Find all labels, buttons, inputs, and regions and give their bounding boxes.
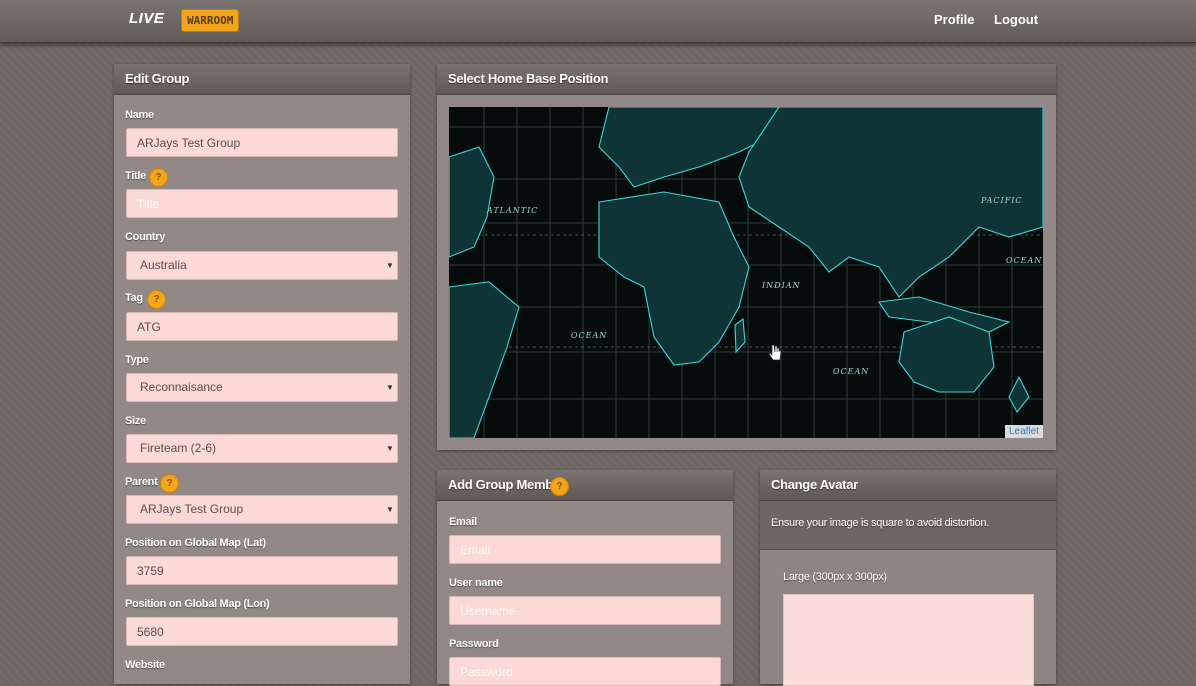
add-member-help-icon[interactable]: ? — [550, 477, 569, 496]
logout-link[interactable]: Logout — [994, 12, 1038, 27]
avatar-large-label: Large (300px x 300px) — [783, 571, 887, 583]
title-help-icon[interactable]: ? — [149, 168, 168, 187]
map-label-indian: INDIAN — [761, 281, 801, 290]
map-label-ocean-s: OCEAN — [833, 367, 869, 376]
email-label: Email — [449, 516, 477, 528]
type-label: Type — [125, 354, 149, 366]
name-input[interactable] — [126, 128, 398, 157]
add-member-title-text: Add Group Member — [448, 477, 565, 492]
title-input[interactable] — [126, 189, 398, 218]
lat-input[interactable] — [126, 556, 398, 585]
top-navbar: LIVE WARROOM Profile Logout — [0, 0, 1196, 43]
parent-label: Parent — [125, 476, 158, 488]
lon-input[interactable] — [126, 617, 398, 646]
lon-label: Position on Global Map (Lon) — [125, 598, 270, 610]
tag-label: Tag — [125, 292, 143, 304]
tag-help-icon[interactable]: ? — [147, 290, 166, 309]
live-logo[interactable]: LIVE — [113, 10, 170, 28]
lat-label: Position on Global Map (Lat) — [125, 537, 266, 549]
map-label-pacific: PACIFIC — [980, 196, 1023, 205]
country-select[interactable]: Australia — [126, 251, 398, 280]
avatar-upload-area[interactable] — [783, 594, 1034, 686]
size-select-value: Fireteam (2-6) — [140, 441, 217, 455]
tag-input[interactable] — [126, 312, 398, 341]
avatar-hint: Ensure your image is square to avoid dis… — [771, 517, 989, 529]
add-member-title: Add Group Member — [437, 470, 733, 501]
parent-select[interactable]: ARJays Test Group — [126, 495, 398, 524]
edit-group-title: Edit Group — [114, 64, 410, 95]
map-label-atlantic: ATLANTIC — [486, 206, 538, 215]
country-label: Country — [125, 231, 166, 243]
profile-link[interactable]: Profile — [934, 12, 974, 27]
map-label-ocean-e: OCEAN — [1006, 256, 1042, 265]
size-label: Size — [125, 415, 146, 427]
warroom-logo[interactable]: WARROOM — [181, 9, 240, 32]
password-label: Password — [449, 638, 499, 650]
email-field[interactable] — [449, 535, 721, 564]
parent-select-value: ARJays Test Group — [140, 502, 244, 516]
parent-help-icon[interactable]: ? — [160, 474, 179, 493]
title-label: Title — [125, 170, 146, 182]
world-map[interactable]: ATLANTIC PACIFIC INDIAN OCEAN OCEAN OCEA… — [449, 107, 1043, 438]
type-select[interactable]: Reconnaisance — [126, 373, 398, 402]
username-field[interactable] — [449, 596, 721, 625]
home-base-title: Select Home Base Position — [437, 64, 1056, 95]
name-label: Name — [125, 109, 154, 121]
website-label: Website — [125, 659, 165, 671]
world-map-graphic: ATLANTIC PACIFIC INDIAN OCEAN OCEAN OCEA… — [449, 107, 1043, 438]
size-select[interactable]: Fireteam (2-6) — [126, 434, 398, 463]
map-attribution-link[interactable]: Leaflet — [1004, 425, 1043, 438]
type-select-value: Reconnaisance — [140, 380, 223, 394]
country-select-value: Australia — [140, 258, 187, 272]
change-avatar-title: Change Avatar — [760, 470, 1056, 501]
username-label: User name — [449, 577, 503, 589]
map-label-ocean-sw: OCEAN — [571, 331, 607, 340]
